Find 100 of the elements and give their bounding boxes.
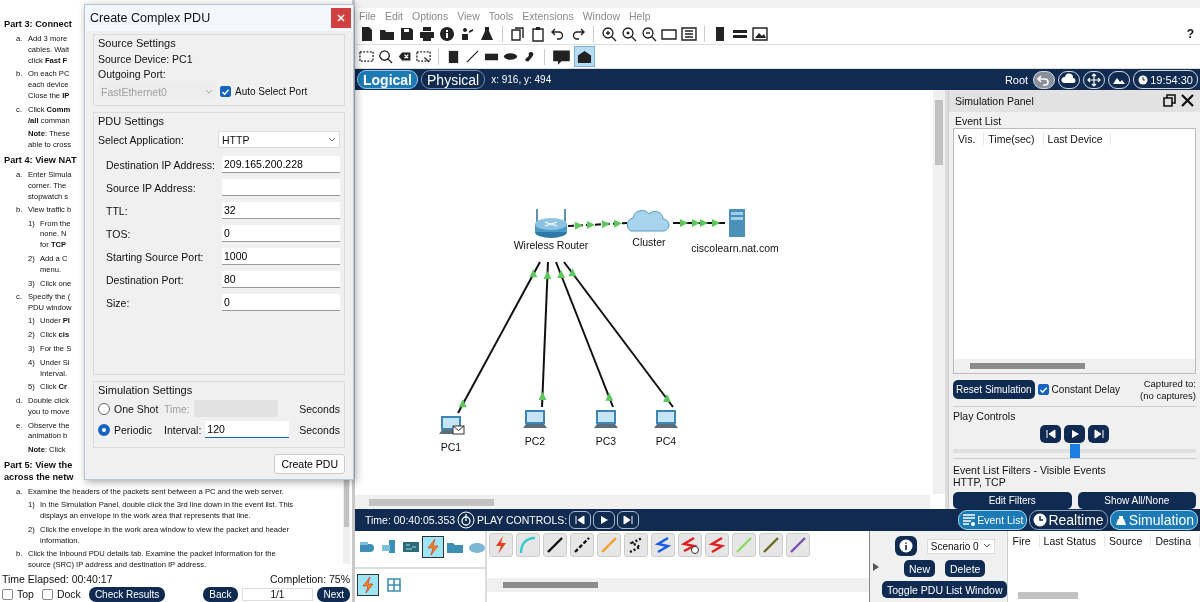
play-button[interactable]: [1064, 424, 1085, 443]
redo-icon[interactable]: [570, 26, 586, 42]
new-button[interactable]: New: [904, 560, 936, 577]
column-header[interactable]: Time(sec): [984, 132, 1044, 145]
move-icon[interactable]: [1083, 70, 1106, 89]
scrollbar[interactable]: [954, 359, 1195, 374]
person-icon[interactable]: [459, 26, 475, 42]
clipboard-icon[interactable]: [530, 26, 546, 42]
view-tab[interactable]: Physical: [421, 70, 486, 89]
column-header[interactable]: Vis.: [954, 132, 985, 145]
cable-button[interactable]: [624, 533, 648, 557]
menu-item[interactable]: Extensions: [522, 10, 574, 22]
menu-item[interactable]: Edit: [384, 10, 403, 22]
radio-label[interactable]: Periodic: [114, 423, 160, 436]
lightning-icon[interactable]: [424, 538, 442, 556]
select-icon[interactable]: [359, 49, 374, 64]
wireless-router-icon[interactable]: [535, 208, 567, 238]
computer-icon[interactable]: [523, 410, 547, 428]
cloud-icon[interactable]: [1058, 70, 1081, 89]
open-envelope-icon[interactable]: [575, 47, 594, 66]
scrollbar[interactable]: [343, 478, 350, 564]
menu-item[interactable]: Window: [582, 10, 621, 22]
reset-simulation-button[interactable]: Reset Simulation: [953, 380, 1035, 400]
input-field[interactable]: [222, 179, 340, 196]
scenario-dropdown[interactable]: Scenario 0: [926, 538, 995, 554]
toggle-pdu-list-button[interactable]: Toggle PDU List Window: [881, 581, 1008, 598]
scrollbar[interactable]: [1018, 592, 1079, 599]
forward-step-button[interactable]: [617, 511, 640, 529]
column-header[interactable]: Fire: [1008, 535, 1040, 547]
delete-button[interactable]: Delete: [945, 560, 986, 577]
save-icon[interactable]: [399, 26, 415, 42]
input-field[interactable]: 209.165.200.228: [222, 156, 340, 173]
radio-button[interactable]: [98, 402, 110, 415]
lightning-icon[interactable]: [359, 576, 377, 594]
help-button[interactable]: ?: [1186, 27, 1194, 41]
menu-item[interactable]: Options: [412, 10, 449, 22]
checkbox-label[interactable]: Top: [17, 588, 34, 600]
radio-label[interactable]: One Shot: [114, 402, 160, 415]
play-button[interactable]: [593, 511, 616, 529]
menu-item[interactable]: Tools: [488, 10, 514, 22]
zoom-reset-icon[interactable]: [621, 26, 637, 42]
checkbox-label[interactable]: Auto Select Port: [235, 86, 308, 97]
undo-icon[interactable]: [550, 26, 566, 42]
back-step-button[interactable]: [569, 511, 592, 529]
forward-step-button[interactable]: [1088, 424, 1109, 443]
event-list-toggle[interactable]: Event List: [958, 510, 1028, 530]
slider-thumb[interactable]: [1069, 443, 1080, 458]
restore-icon[interactable]: [1163, 94, 1176, 108]
grid-icon[interactable]: [387, 578, 401, 592]
speed-slider[interactable]: [953, 443, 1196, 458]
input-field[interactable]: 1000: [222, 248, 340, 265]
zoom-in-icon[interactable]: [601, 26, 617, 42]
note-icon[interactable]: [446, 49, 461, 64]
scrollbar[interactable]: [933, 90, 945, 494]
info-icon[interactable]: [439, 26, 455, 42]
column-header[interactable]: Destina: [1151, 535, 1200, 547]
page-field[interactable]: 1/1: [241, 587, 314, 601]
check-results-button[interactable]: Check Results: [88, 586, 166, 602]
input-field[interactable]: 80: [222, 271, 340, 288]
input-field[interactable]: 0: [222, 294, 340, 311]
checkbox-label[interactable]: Dock: [56, 588, 81, 600]
input-field[interactable]: 0: [222, 225, 340, 242]
copy-icon[interactable]: [510, 26, 526, 42]
input-field[interactable]: 120: [205, 421, 290, 438]
column-header[interactable]: Source: [1105, 535, 1152, 547]
computer-icon[interactable]: [380, 538, 398, 556]
edit-filters-button[interactable]: Edit Filters: [953, 492, 1072, 509]
scrollbar[interactable]: [487, 578, 870, 592]
image-icon[interactable]: [752, 26, 768, 42]
back-button[interactable]: Back: [203, 586, 238, 602]
expand-arrow-icon[interactable]: [873, 562, 880, 571]
line-icon[interactable]: [465, 49, 480, 64]
envelope-icon[interactable]: [452, 425, 465, 435]
back-step-button[interactable]: [1040, 424, 1061, 443]
application-dropdown[interactable]: HTTP: [218, 131, 340, 148]
list-window-icon[interactable]: [681, 26, 697, 42]
resize-icon[interactable]: [416, 49, 431, 64]
new-file-icon[interactable]: [359, 26, 375, 42]
input-field[interactable]: 32: [222, 202, 340, 219]
close-button[interactable]: [331, 8, 351, 28]
landscape-icon[interactable]: [1108, 70, 1131, 89]
column-header[interactable]: Last Status: [1039, 535, 1106, 547]
checkbox[interactable]: [2, 588, 13, 600]
flask-icon[interactable]: [479, 26, 495, 42]
delete-icon[interactable]: [397, 49, 412, 64]
show-all-button[interactable]: Show All/None: [1077, 492, 1196, 509]
radio-button[interactable]: [98, 423, 110, 436]
mode-tab[interactable]: Realtime: [1029, 510, 1108, 530]
zoom-out-icon[interactable]: [641, 26, 657, 42]
menu-item[interactable]: View: [457, 10, 480, 22]
window-icon[interactable]: [661, 26, 677, 42]
computer-icon[interactable]: [654, 410, 678, 428]
checkbox[interactable]: [220, 86, 231, 97]
printer-icon[interactable]: [419, 26, 435, 42]
menu-item[interactable]: Help: [629, 10, 651, 22]
search-icon[interactable]: [378, 49, 393, 64]
checkbox-label[interactable]: Constant Delay: [1051, 384, 1120, 396]
close-icon[interactable]: [1181, 94, 1194, 108]
checkbox[interactable]: [41, 588, 53, 600]
view-tab[interactable]: Logical: [357, 70, 418, 89]
